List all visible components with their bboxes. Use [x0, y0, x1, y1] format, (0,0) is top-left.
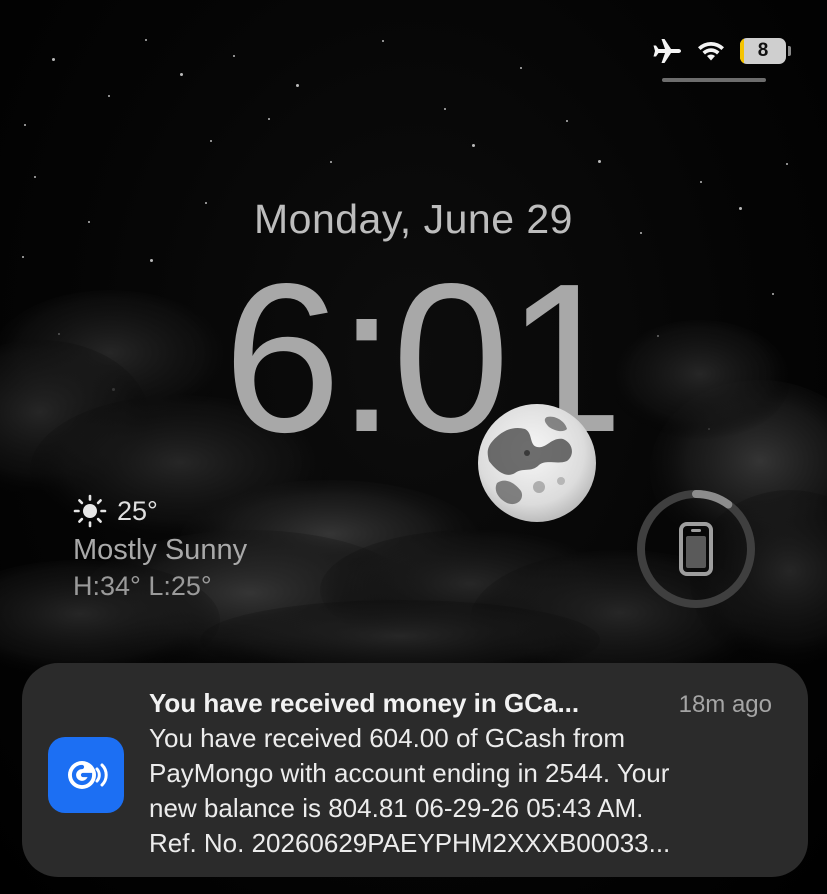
moon-image	[478, 404, 596, 522]
weather-condition: Mostly Sunny	[73, 534, 248, 566]
device-battery-widget[interactable]	[635, 488, 757, 610]
gcash-logo-glyph	[68, 761, 108, 789]
weather-high-low: H:34° L:25°	[73, 571, 212, 601]
sun-icon	[73, 494, 107, 528]
status-bar: 8	[652, 36, 791, 66]
notification-time: 18m ago	[678, 691, 772, 718]
device-battery-ring	[692, 490, 733, 509]
notification-body-line: You have received 604.00 of GCash from	[149, 723, 625, 753]
weather-temperature: 25°	[117, 495, 158, 526]
gcash-notification[interactable]: You have received money in GCa... 18m ag…	[22, 663, 808, 877]
airplane-icon	[653, 39, 681, 63]
battery-indicator: 8	[740, 38, 786, 64]
notification-body: You have received 604.00 of GCash from P…	[149, 721, 789, 861]
notification-body-line: PayMongo with account ending in 2544. Yo…	[149, 758, 670, 788]
notification-center-handle[interactable]	[662, 78, 766, 82]
lock-screen-clock: 6:01	[223, 239, 624, 476]
notification-body-line: Ref. No. 20260629PAEYPHM2XXXB00033...	[149, 828, 671, 858]
battery-fill	[740, 38, 744, 64]
lock-screen: 8 Monday, June 29 6:01 25° Mostly Sunny …	[0, 0, 827, 894]
lock-screen-date: Monday, June 29	[253, 196, 573, 242]
wifi-icon	[698, 41, 724, 61]
gcash-icon	[48, 737, 124, 813]
weather-current: 25°	[73, 492, 247, 530]
iphone-icon	[679, 522, 713, 576]
battery-level: 8	[757, 40, 769, 61]
notification-title: You have received money in GCa...	[149, 688, 580, 718]
battery-cap	[788, 46, 791, 56]
weather-widget[interactable]: 25° Mostly Sunny H:34° L:25°	[73, 492, 247, 602]
notification-body-line: new balance is 804.81 06-29-26 05:43 AM.	[149, 793, 644, 823]
